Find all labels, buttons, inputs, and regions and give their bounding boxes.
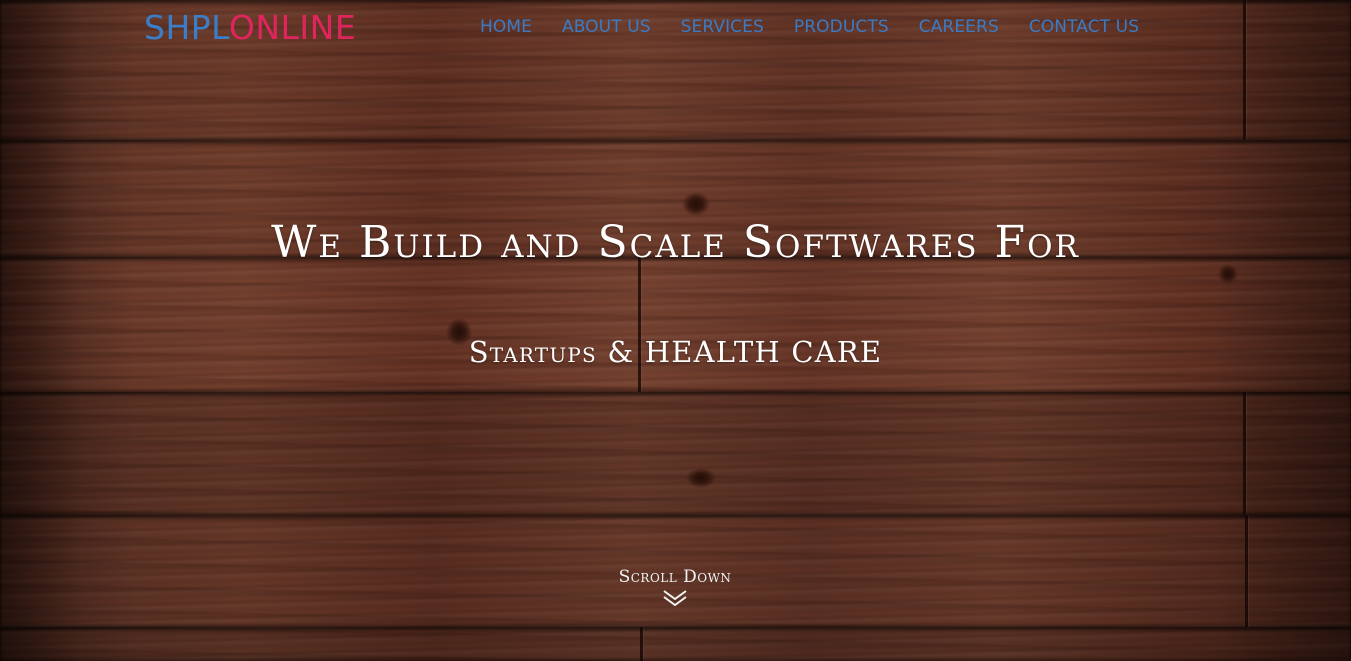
main-nav: HOME ABOUT US SERVICES PRODUCTS CAREERS … <box>480 14 1139 40</box>
wood-background <box>0 0 1351 661</box>
scroll-down-label: Scroll Down <box>618 567 732 587</box>
scroll-down-link[interactable]: Scroll Down <box>575 566 775 608</box>
hero-section: SHPLONLINE HOME ABOUT US SERVICES PRODUC… <box>0 0 1351 661</box>
hero-subheadline: Startups & HEALTH CARE <box>468 335 883 369</box>
nav-item-home[interactable]: HOME <box>480 14 532 40</box>
nav-item-about-us[interactable]: ABOUT US <box>562 14 651 40</box>
logo-text-part1: SHPL <box>144 8 229 47</box>
double-chevron-down-icon <box>663 590 687 607</box>
nav-item-contact-us[interactable]: CONTACT US <box>1029 14 1139 40</box>
logo-text-part2: ONLINE <box>228 8 357 47</box>
nav-item-careers[interactable]: CAREERS <box>919 14 999 40</box>
hero-headline: We Build and Scale Softwares For <box>271 217 1080 268</box>
nav-item-services[interactable]: SERVICES <box>681 14 764 40</box>
background-overlay <box>0 0 1351 661</box>
brand-logo[interactable]: SHPLONLINE <box>144 8 356 48</box>
nav-item-products[interactable]: PRODUCTS <box>794 14 889 40</box>
